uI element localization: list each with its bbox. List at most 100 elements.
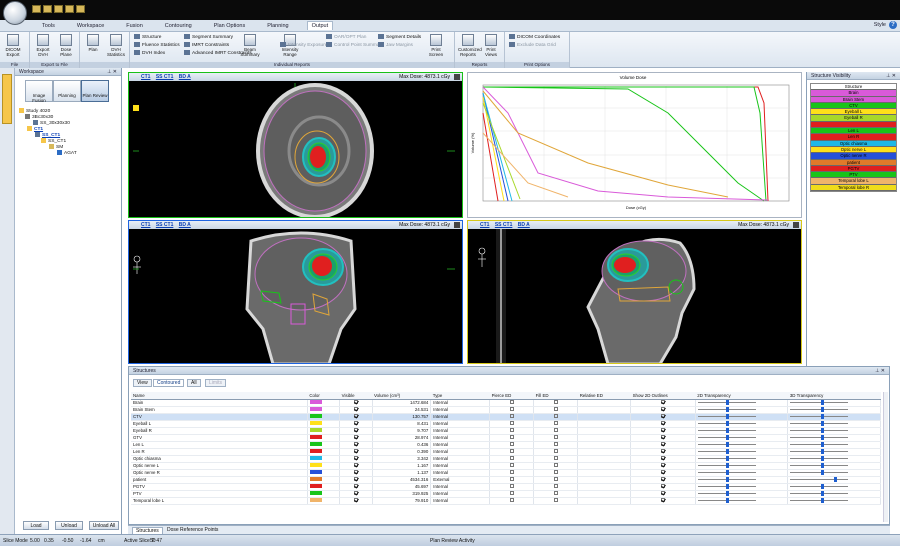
3d-transparency-cell[interactable] [787, 406, 881, 414]
pierce-ed-checkbox[interactable] [509, 428, 514, 433]
structure-color-cell[interactable] [307, 483, 341, 491]
mode-planning-button[interactable]: Planning [53, 80, 81, 102]
show-2d-outlines-checkbox[interactable] [660, 463, 665, 468]
2d-transparency-cell[interactable] [695, 448, 789, 456]
dose-plane-button[interactable]: Dose Plane [56, 34, 76, 57]
table-row[interactable]: Temporal lobe L 79.910 Internal [131, 497, 881, 505]
structure-type[interactable]: Internal [430, 483, 491, 491]
2d-transparency-slider[interactable] [697, 435, 756, 440]
relative-ed-cell[interactable] [577, 455, 632, 463]
show-2d-outlines-checkbox[interactable] [660, 421, 665, 426]
show-2d-outlines-checkbox[interactable] [660, 435, 665, 440]
2d-transparency-cell[interactable] [695, 413, 789, 421]
show-2d-outlines-cell[interactable] [630, 476, 696, 484]
structure-type[interactable]: Internal [430, 399, 491, 407]
structure-color-cell[interactable] [307, 490, 341, 498]
2d-transparency-slider[interactable] [697, 400, 756, 405]
show-2d-outlines-cell[interactable] [630, 406, 696, 414]
maximize-icon[interactable] [454, 74, 460, 80]
structure-color-cell[interactable] [307, 420, 341, 428]
structure-color-cell[interactable] [307, 399, 341, 407]
table-row[interactable]: Len R 0.390 Internal [131, 448, 881, 456]
slider-thumb[interactable] [820, 498, 824, 503]
3d-transparency-slider[interactable] [790, 449, 849, 454]
2d-transparency-cell[interactable] [695, 462, 789, 470]
tree-node[interactable]: CT1 [27, 126, 43, 132]
structure-color-cell[interactable] [307, 455, 341, 463]
fill-ed-checkbox[interactable] [553, 428, 558, 433]
3d-transparency-cell[interactable] [787, 413, 881, 421]
tree-node[interactable]: SS_CT1 [41, 138, 66, 144]
show-2d-outlines-cell[interactable] [630, 469, 696, 477]
fill-ed-checkbox[interactable] [553, 484, 558, 489]
pierce-ed-cell[interactable] [489, 455, 535, 463]
color-swatch[interactable] [309, 456, 322, 461]
visible-cell[interactable] [339, 420, 373, 428]
slider-thumb[interactable] [820, 442, 824, 447]
slider-thumb[interactable] [726, 449, 730, 454]
relative-ed-cell[interactable] [577, 448, 632, 456]
ct-link[interactable]: CT1 [141, 222, 150, 228]
slider-thumb[interactable] [820, 421, 824, 426]
visible-checkbox[interactable] [353, 407, 358, 412]
tab-planning[interactable]: Planning [263, 22, 292, 30]
structure-type[interactable]: Internal [430, 462, 491, 470]
slider-thumb[interactable] [820, 414, 824, 419]
column-header-fill-ed[interactable]: Fill ED [533, 392, 578, 400]
plan-button[interactable]: Plan [83, 34, 103, 52]
relative-ed-cell[interactable] [577, 406, 632, 414]
slider-thumb[interactable] [726, 456, 730, 461]
color-swatch[interactable] [309, 498, 322, 503]
fill-ed-checkbox[interactable] [553, 435, 558, 440]
color-swatch[interactable] [309, 428, 322, 433]
2d-transparency-cell[interactable] [695, 497, 789, 505]
tab-contoured[interactable]: Contoured [153, 379, 185, 387]
relative-ed-cell[interactable] [577, 483, 632, 491]
segment-summary-button[interactable]: Segment Summary [184, 34, 233, 41]
fill-ed-checkbox[interactable] [553, 470, 558, 475]
table-row[interactable]: PGTV 45.697 Internal [131, 483, 881, 491]
pierce-ed-cell[interactable] [489, 406, 535, 414]
2d-transparency-slider[interactable] [697, 421, 756, 426]
unload-button[interactable]: Unload [55, 521, 83, 530]
dicom-coordinates-button[interactable]: DICOM Coordinates [509, 34, 560, 41]
2d-transparency-slider[interactable] [697, 491, 756, 496]
2d-transparency-cell[interactable] [695, 399, 789, 407]
2d-transparency-slider[interactable] [697, 407, 756, 412]
print-screen-button[interactable]: Print Screen [426, 34, 446, 57]
2d-transparency-slider[interactable] [697, 456, 756, 461]
pierce-ed-cell[interactable] [489, 469, 535, 477]
unload-all-button[interactable]: Unload All [89, 521, 119, 530]
3d-transparency-slider[interactable] [790, 456, 849, 461]
2d-transparency-slider[interactable] [697, 498, 756, 503]
table-row[interactable]: Optic nerve R 1.137 Internal [131, 469, 881, 477]
slider-thumb[interactable] [726, 470, 730, 475]
show-2d-outlines-checkbox[interactable] [660, 414, 665, 419]
slider-thumb[interactable] [726, 484, 730, 489]
fill-ed-cell[interactable] [533, 497, 579, 505]
3d-transparency-slider[interactable] [790, 491, 849, 496]
tab-workspace[interactable]: Workspace [73, 22, 108, 30]
undo-icon[interactable] [54, 5, 63, 13]
fill-ed-cell[interactable] [533, 434, 579, 442]
pierce-ed-checkbox[interactable] [509, 477, 514, 482]
print-views-button[interactable]: Print Views [481, 34, 501, 57]
slider-thumb[interactable] [726, 421, 730, 426]
structure-color-cell[interactable] [307, 497, 341, 505]
3d-transparency-cell[interactable] [787, 483, 881, 491]
3d-transparency-cell[interactable] [787, 462, 881, 470]
relative-ed-cell[interactable] [577, 497, 632, 505]
visible-cell[interactable] [339, 476, 373, 484]
show-2d-outlines-cell[interactable] [630, 427, 696, 435]
table-row[interactable]: Eyeball L 8.431 Internal [131, 420, 881, 428]
column-header-name[interactable]: Name [131, 392, 308, 400]
pierce-ed-cell[interactable] [489, 413, 535, 421]
tab-view[interactable]: View [133, 379, 152, 387]
show-2d-outlines-checkbox[interactable] [660, 484, 665, 489]
2d-transparency-slider[interactable] [697, 442, 756, 447]
visible-checkbox[interactable] [353, 435, 358, 440]
pierce-ed-checkbox[interactable] [509, 470, 514, 475]
pierce-ed-cell[interactable] [489, 399, 535, 407]
slider-thumb[interactable] [820, 463, 824, 468]
visible-cell[interactable] [339, 448, 373, 456]
